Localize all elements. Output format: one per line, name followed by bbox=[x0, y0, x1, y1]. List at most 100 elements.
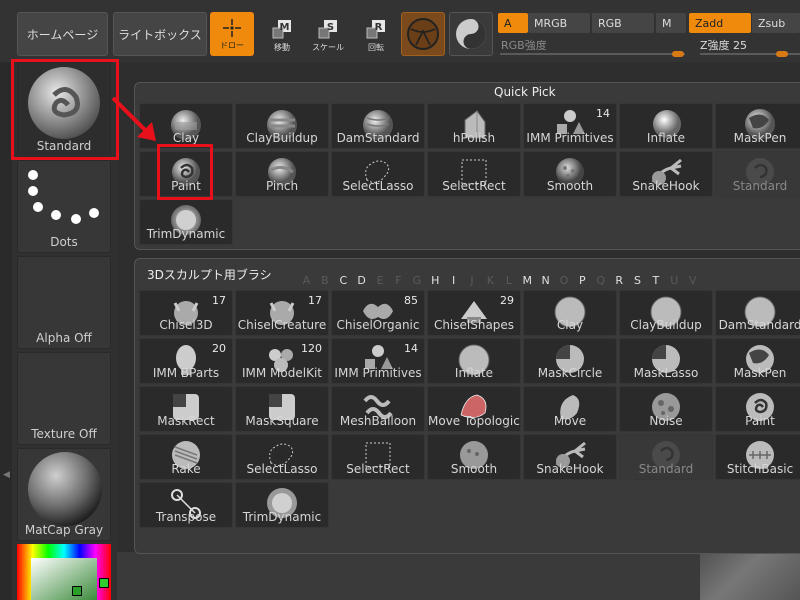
texture-tile[interactable]: Texture Off bbox=[17, 352, 111, 445]
move-tool-button[interactable]: M 移動 bbox=[260, 12, 304, 56]
brush-move-topological[interactable]: Move Topological bbox=[427, 386, 521, 432]
brush-selectlasso[interactable]: SelectLasso bbox=[235, 434, 329, 480]
brush-imm-modelkit[interactable]: 120 IMM ModelKit bbox=[235, 338, 329, 384]
qp-trimdynamic[interactable]: TrimDynamic bbox=[139, 199, 233, 245]
qp-inflate[interactable]: Inflate bbox=[619, 103, 713, 149]
qp-maskpen[interactable]: MaskPen bbox=[715, 103, 800, 149]
brush-snakehook[interactable]: SnakeHook bbox=[523, 434, 617, 480]
alpha-filter-u[interactable]: U bbox=[667, 274, 682, 287]
alpha-filter-c[interactable]: C bbox=[336, 274, 351, 287]
alpha-filter-a[interactable]: A bbox=[299, 274, 314, 287]
collapse-arrow-icon[interactable]: ◀ bbox=[3, 470, 10, 510]
qp-smooth[interactable]: Smooth bbox=[523, 151, 617, 197]
draw-tool-button[interactable]: ドロー bbox=[210, 12, 254, 56]
scale-tool-button[interactable]: S スケール bbox=[306, 12, 350, 56]
alpha-filter-e[interactable]: E bbox=[373, 274, 388, 287]
brush-move[interactable]: Move bbox=[523, 386, 617, 432]
texture-label: Texture Off bbox=[31, 427, 97, 441]
brush-imm-bparts-count: 20 bbox=[212, 342, 226, 355]
brush-imm-bparts[interactable]: 20 IMM BParts bbox=[139, 338, 233, 384]
alpha-filter-n[interactable]: N bbox=[538, 274, 553, 287]
qp-pinch[interactable]: Pinch bbox=[235, 151, 329, 197]
qp-imm-primitives[interactable]: 14 IMM Primitives bbox=[523, 103, 617, 149]
rgb-intensity-knob[interactable] bbox=[672, 51, 684, 57]
color-cursor[interactable] bbox=[72, 586, 82, 596]
alpha-filter-r[interactable]: R bbox=[612, 274, 627, 287]
material-sphere-button[interactable] bbox=[401, 12, 445, 56]
alpha-filter-k[interactable]: K bbox=[483, 274, 498, 287]
brush-meshballoon[interactable]: MeshBalloon bbox=[331, 386, 425, 432]
lightbox-button[interactable]: ライトボックス bbox=[113, 12, 207, 56]
brush-masksquare[interactable]: MaskSquare bbox=[235, 386, 329, 432]
alpha-filter-o[interactable]: O bbox=[556, 274, 571, 287]
qp-selectrect[interactable]: SelectRect bbox=[427, 151, 521, 197]
alpha-filter-i[interactable]: I bbox=[446, 274, 461, 287]
rgb-intensity-slider[interactable] bbox=[500, 53, 685, 55]
brush-maskcircle[interactable]: MaskCircle bbox=[523, 338, 617, 384]
secondary-color-swatch[interactable] bbox=[99, 578, 109, 588]
move-tool-icon: M bbox=[272, 20, 291, 39]
alpha-filter-j[interactable]: J bbox=[465, 274, 480, 287]
a-mode-toggle[interactable]: A bbox=[498, 13, 528, 33]
mrgb-toggle[interactable]: MRGB bbox=[528, 13, 590, 33]
home-page-button[interactable]: ホームページ bbox=[17, 12, 108, 56]
alpha-filter-b[interactable]: B bbox=[317, 274, 332, 287]
zsub-toggle[interactable]: Zsub bbox=[752, 13, 800, 33]
brush-snakehook-label: SnakeHook bbox=[536, 462, 604, 476]
brush-transpose[interactable]: Transpose bbox=[139, 482, 233, 528]
stroke-tile[interactable]: Dots bbox=[17, 160, 111, 253]
brush-chisel3d[interactable]: 17 Chisel3D bbox=[139, 290, 233, 336]
brush-stitchbasic[interactable]: StitchBasic bbox=[715, 434, 800, 480]
qp-standard-label: Standard bbox=[732, 179, 788, 193]
alpha-tile[interactable]: Alpha Off bbox=[17, 256, 111, 349]
qp-damstandard[interactable]: DamStandard bbox=[331, 103, 425, 149]
brush-noise[interactable]: Noise bbox=[619, 386, 713, 432]
zadd-toggle[interactable]: Zadd bbox=[689, 13, 751, 33]
brush-imm-primitives[interactable]: 14 IMM Primitives bbox=[331, 338, 425, 384]
brush-rake[interactable]: Rake bbox=[139, 434, 233, 480]
brush-standard[interactable]: Standard bbox=[619, 434, 713, 480]
rgb-toggle[interactable]: RGB bbox=[592, 13, 654, 33]
brush-smooth[interactable]: Smooth bbox=[427, 434, 521, 480]
qp-claybuildup[interactable]: ClayBuildup bbox=[235, 103, 329, 149]
alpha-filter-v[interactable]: V bbox=[685, 274, 700, 287]
alpha-filter-d[interactable]: D bbox=[354, 274, 369, 287]
brush-claybuildup[interactable]: ClayBuildup bbox=[619, 290, 713, 336]
sculpt-mode-button[interactable] bbox=[449, 12, 493, 56]
color-picker[interactable] bbox=[17, 544, 111, 600]
alpha-filter-t[interactable]: T bbox=[648, 274, 663, 287]
qp-snakehook[interactable]: SnakeHook bbox=[619, 151, 713, 197]
brush-clay[interactable]: Clay bbox=[523, 290, 617, 336]
rotate-tool-button[interactable]: R 回転 bbox=[354, 12, 398, 56]
alpha-filter-p[interactable]: P bbox=[575, 274, 590, 287]
brush-paint[interactable]: Paint bbox=[715, 386, 800, 432]
qp-hpolish[interactable]: hPolish bbox=[427, 103, 521, 149]
alpha-filter-g[interactable]: G bbox=[409, 274, 424, 287]
brush-chiselcreature[interactable]: 17 ChiselCreature bbox=[235, 290, 329, 336]
qp-selectlasso[interactable]: SelectLasso bbox=[331, 151, 425, 197]
color-picker-square[interactable] bbox=[31, 558, 97, 600]
brush-inflate[interactable]: Inflate bbox=[427, 338, 521, 384]
qp-claybuildup-label: ClayBuildup bbox=[246, 131, 318, 145]
alpha-filter-s[interactable]: S bbox=[630, 274, 645, 287]
qp-standard[interactable]: Standard bbox=[715, 151, 800, 197]
alpha-filter-h[interactable]: H bbox=[428, 274, 443, 287]
brush-damstandard[interactable]: DamStandard bbox=[715, 290, 800, 336]
z-intensity-knob[interactable] bbox=[776, 51, 788, 57]
brush-masklasso[interactable]: MaskLasso bbox=[619, 338, 713, 384]
alpha-filter-f[interactable]: F bbox=[391, 274, 406, 287]
brush-trimdynamic[interactable]: TrimDynamic bbox=[235, 482, 329, 528]
brush-chiselshapes[interactable]: 29 ChiselShapes bbox=[427, 290, 521, 336]
alpha-filter-m[interactable]: M bbox=[520, 274, 535, 287]
brush-selectrect[interactable]: SelectRect bbox=[331, 434, 425, 480]
qp-selectlasso-label: SelectLasso bbox=[342, 179, 414, 193]
brush-chiselorganic[interactable]: 85 ChiselOrganic bbox=[331, 290, 425, 336]
alpha-filter-l[interactable]: L bbox=[501, 274, 516, 287]
brush-maskrect[interactable]: MaskRect bbox=[139, 386, 233, 432]
brush-noise-label: Noise bbox=[649, 414, 683, 428]
brush-maskpen[interactable]: MaskPen bbox=[715, 338, 800, 384]
material-tile[interactable]: MatCap Gray bbox=[17, 448, 111, 541]
qp-smooth-label: Smooth bbox=[546, 179, 594, 193]
alpha-filter-q[interactable]: Q bbox=[593, 274, 608, 287]
m-toggle[interactable]: M bbox=[656, 13, 686, 33]
